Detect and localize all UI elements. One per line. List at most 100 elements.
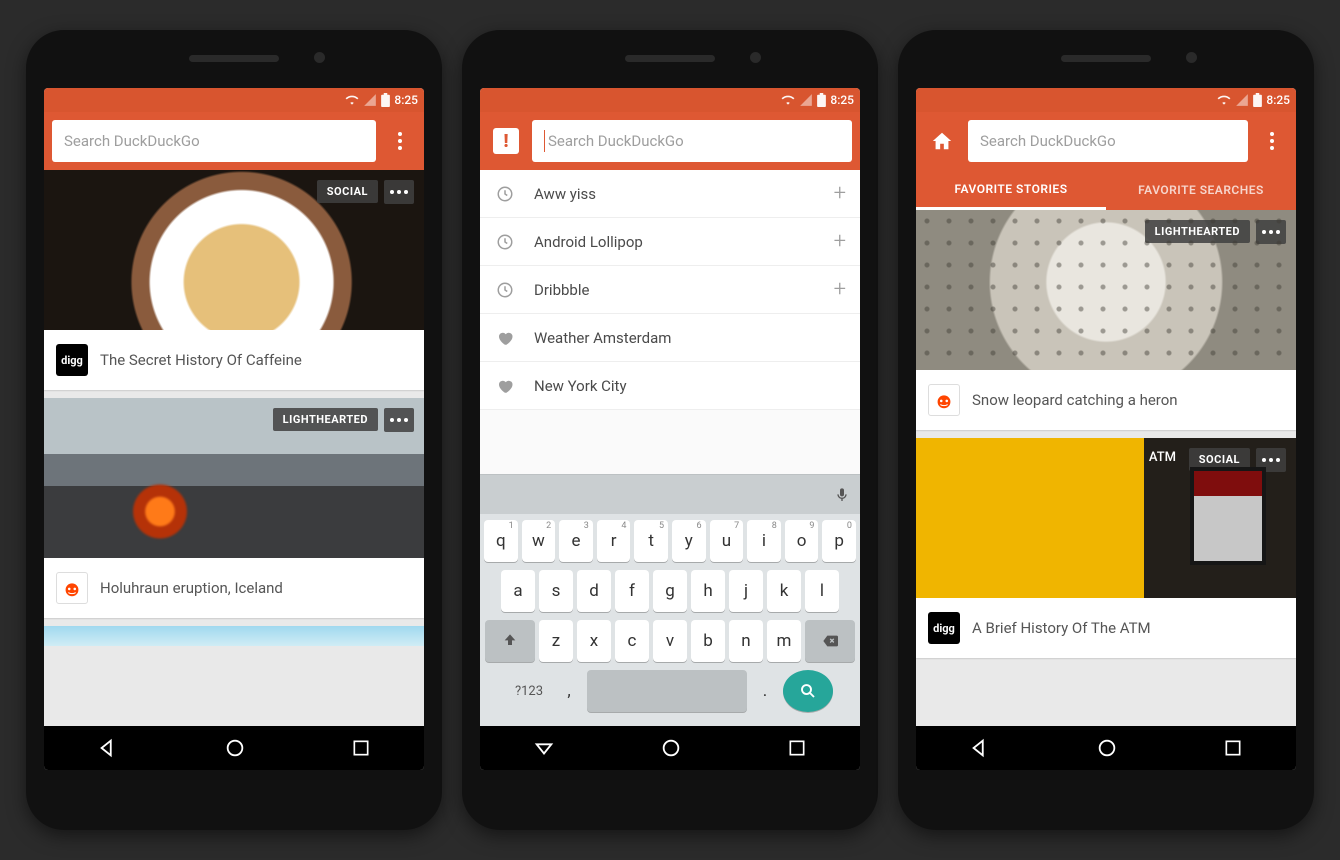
key-v[interactable]: v <box>653 620 687 662</box>
status-bar: 8:25 <box>480 88 860 112</box>
story-title: Snow leopard catching a heron <box>972 391 1178 409</box>
wifi-icon <box>781 93 795 107</box>
home-button[interactable] <box>660 737 682 759</box>
story-feed[interactable]: SOCIAL digg The Secret History Of Caffei… <box>44 170 424 726</box>
heart-icon <box>494 377 516 395</box>
overflow-menu-button[interactable] <box>1256 120 1288 162</box>
story-card[interactable]: LIGHTHEARTED Holuhraun eruption, Iceland <box>44 398 424 618</box>
suggestion-recent[interactable]: Dribbble + <box>480 266 860 314</box>
backspace-key[interactable] <box>805 620 855 662</box>
overflow-menu-button[interactable] <box>384 120 416 162</box>
recents-button[interactable] <box>1223 738 1243 758</box>
story-card-peek[interactable] <box>44 626 424 646</box>
wifi-icon <box>1217 93 1231 107</box>
add-to-search-button[interactable]: + <box>834 181 846 206</box>
comma-key[interactable]: , <box>555 670 583 712</box>
key-s[interactable]: s <box>539 570 573 612</box>
suggestion-favorite[interactable]: New York City <box>480 362 860 410</box>
story-image: ATM SOCIAL <box>916 438 1296 598</box>
suggestion-recent[interactable]: Android Lollipop + <box>480 218 860 266</box>
add-to-search-button[interactable]: + <box>834 277 846 302</box>
key-k[interactable]: k <box>767 570 801 612</box>
key-p[interactable]: p0 <box>822 520 856 562</box>
key-i[interactable]: i8 <box>747 520 781 562</box>
back-button[interactable] <box>97 737 119 759</box>
screen-home: 8:25 Search DuckDuckGo SOCIAL digg The S… <box>44 88 424 770</box>
back-button[interactable] <box>969 737 991 759</box>
recents-button[interactable] <box>351 738 371 758</box>
card-overflow-button[interactable] <box>384 180 414 204</box>
key-d[interactable]: d <box>577 570 611 612</box>
key-x[interactable]: x <box>577 620 611 662</box>
phone-frame-2: 8:25 ! Search DuckDuckGo Aww yiss + Andr… <box>462 30 878 830</box>
bang-button[interactable]: ! <box>488 120 524 162</box>
phone-frame-1: 8:25 Search DuckDuckGo SOCIAL digg The S… <box>26 30 442 830</box>
key-a[interactable]: a <box>501 570 535 612</box>
android-nav-bar <box>44 726 424 770</box>
home-button[interactable] <box>1096 737 1118 759</box>
search-input[interactable]: Search DuckDuckGo <box>532 120 852 162</box>
card-overflow-button[interactable] <box>1256 448 1286 472</box>
key-l[interactable]: l <box>805 570 839 612</box>
home-button[interactable] <box>924 120 960 162</box>
category-badge: LIGHTHEARTED <box>1145 220 1250 243</box>
search-placeholder: Search DuckDuckGo <box>548 132 684 150</box>
recents-button[interactable] <box>787 738 807 758</box>
soft-keyboard: q1w2e3r4t5y6u7i8o9p0 asdfghjkl zxcvbnm ?… <box>480 514 860 726</box>
status-bar: 8:25 <box>44 88 424 112</box>
key-o[interactable]: o9 <box>785 520 819 562</box>
story-image: LIGHTHEARTED <box>44 398 424 558</box>
key-h[interactable]: h <box>691 570 725 612</box>
key-g[interactable]: g <box>653 570 687 612</box>
back-button-ime[interactable] <box>533 737 555 759</box>
suggestion-text: New York City <box>534 377 846 395</box>
card-overflow-button[interactable] <box>384 408 414 432</box>
key-r[interactable]: r4 <box>597 520 631 562</box>
search-input[interactable]: Search DuckDuckGo <box>52 120 376 162</box>
signal-icon <box>363 93 377 107</box>
key-u[interactable]: u7 <box>710 520 744 562</box>
key-q[interactable]: q1 <box>484 520 518 562</box>
add-to-search-button[interactable]: + <box>834 229 846 254</box>
android-nav-bar <box>916 726 1296 770</box>
phone-frame-3: 8:25 Search DuckDuckGo FAVORITE STORIES … <box>898 30 1314 830</box>
favorites-feed[interactable]: LIGHTHEARTED Snow leopard catching a her… <box>916 210 1296 726</box>
card-overflow-button[interactable] <box>1256 220 1286 244</box>
period-key[interactable]: . <box>751 670 779 712</box>
story-card[interactable]: LIGHTHEARTED Snow leopard catching a her… <box>916 210 1296 430</box>
suggestion-recent[interactable]: Aww yiss + <box>480 170 860 218</box>
key-w[interactable]: w2 <box>522 520 556 562</box>
status-time: 8:25 <box>830 93 854 107</box>
key-n[interactable]: n <box>729 620 763 662</box>
suggestion-favorite[interactable]: Weather Amsterdam <box>480 314 860 362</box>
key-z[interactable]: z <box>539 620 573 662</box>
story-title: The Secret History Of Caffeine <box>100 351 302 369</box>
suggestion-text: Weather Amsterdam <box>534 329 846 347</box>
favorites-tabs: FAVORITE STORIES FAVORITE SEARCHES <box>916 170 1296 210</box>
symbols-key[interactable]: ?123 <box>507 670 551 712</box>
key-t[interactable]: t5 <box>634 520 668 562</box>
key-e[interactable]: e3 <box>559 520 593 562</box>
key-f[interactable]: f <box>615 570 649 612</box>
key-m[interactable]: m <box>767 620 801 662</box>
story-card[interactable]: SOCIAL digg The Secret History Of Caffei… <box>44 170 424 390</box>
signal-icon <box>799 93 813 107</box>
shift-key[interactable] <box>485 620 535 662</box>
story-image: SOCIAL <box>44 170 424 330</box>
wifi-icon <box>345 93 359 107</box>
key-y[interactable]: y6 <box>672 520 706 562</box>
key-b[interactable]: b <box>691 620 725 662</box>
search-input[interactable]: Search DuckDuckGo <box>968 120 1248 162</box>
key-j[interactable]: j <box>729 570 763 612</box>
mic-icon[interactable] <box>834 485 850 505</box>
tab-favorite-searches[interactable]: FAVORITE SEARCHES <box>1106 170 1296 210</box>
keyboard-suggestion-bar <box>480 474 860 514</box>
key-c[interactable]: c <box>615 620 649 662</box>
source-logo-digg: digg <box>928 612 960 644</box>
suggestions-list[interactable]: Aww yiss + Android Lollipop + Dribbble +… <box>480 170 860 474</box>
tab-favorite-stories[interactable]: FAVORITE STORIES <box>916 170 1106 210</box>
story-card[interactable]: ATM SOCIAL digg A Brief History Of The A… <box>916 438 1296 658</box>
space-key[interactable] <box>587 670 747 712</box>
search-key[interactable] <box>783 670 833 712</box>
home-button[interactable] <box>224 737 246 759</box>
